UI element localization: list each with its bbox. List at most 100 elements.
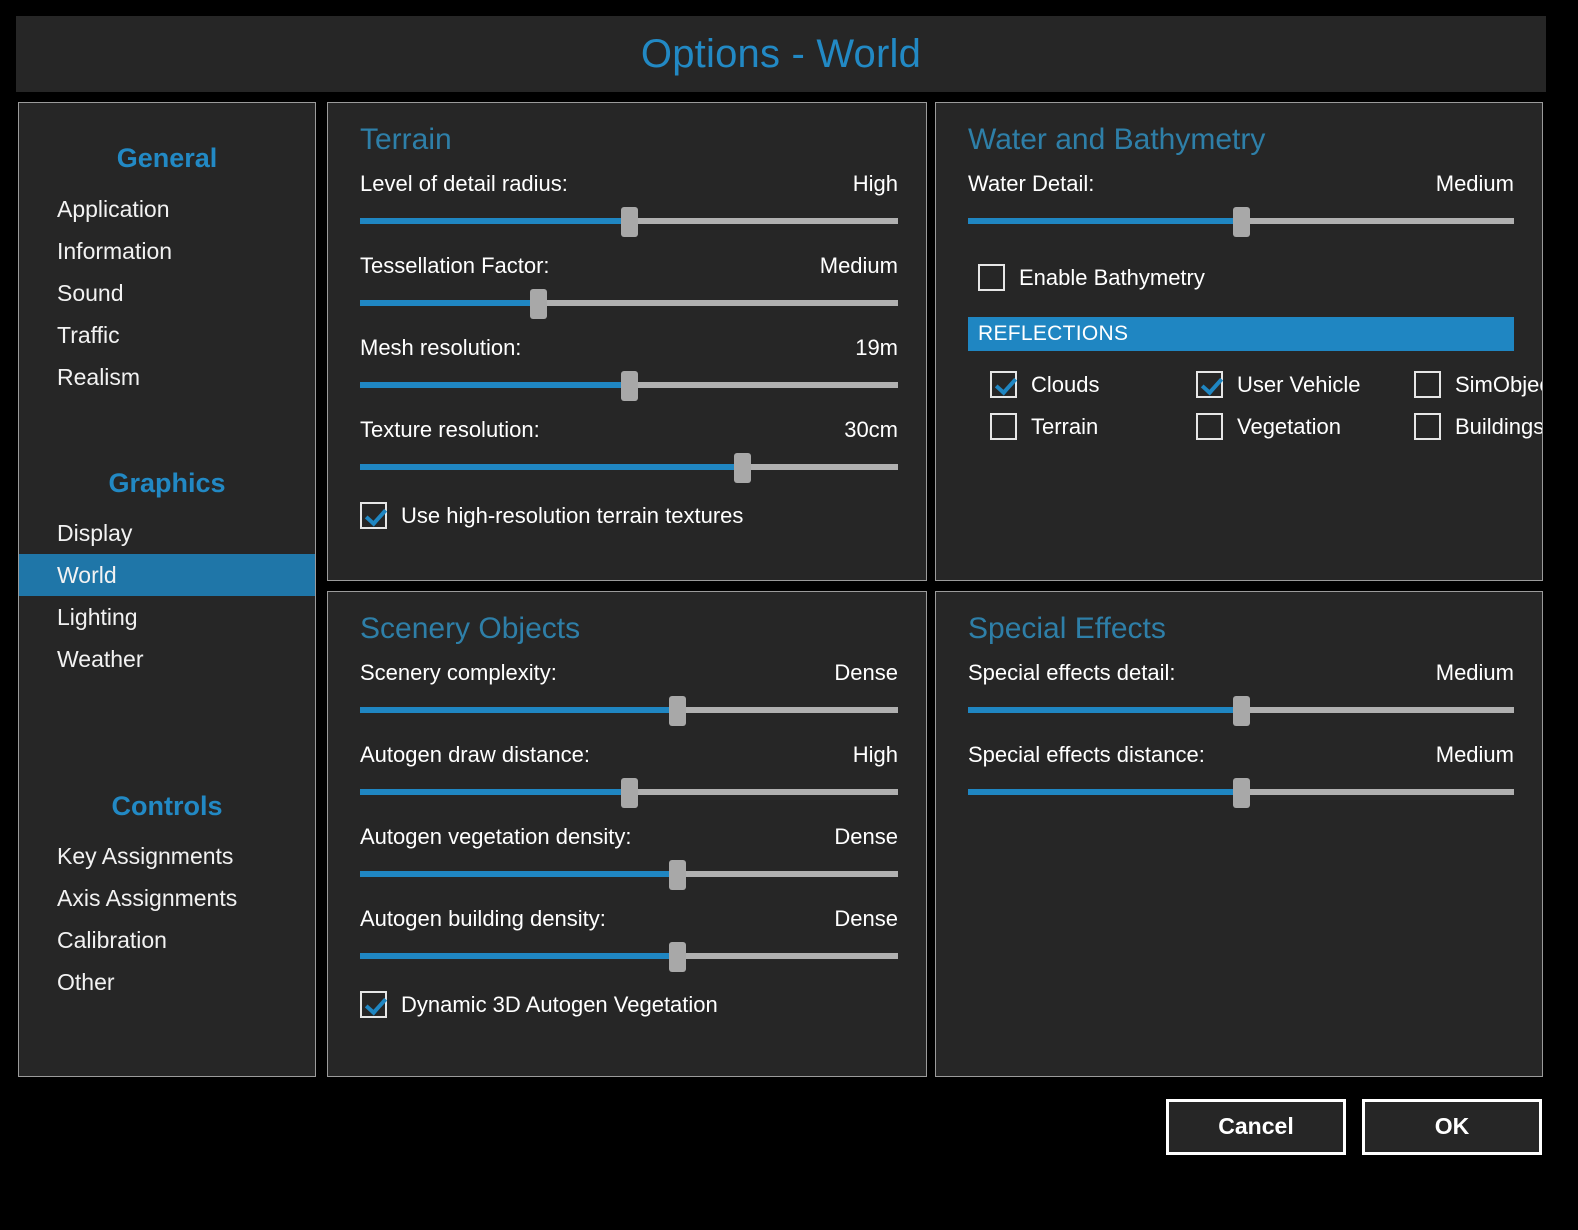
panel-special-effects: Special Effects Special effects detail: … [935, 591, 1543, 1077]
slider-fill [968, 707, 1241, 713]
checkbox-reflection-terrain[interactable]: Terrain [990, 413, 1196, 440]
slider-label: Special effects distance: [968, 742, 1205, 767]
checkmark-icon[interactable] [1414, 413, 1441, 440]
checkmark-icon[interactable] [990, 413, 1017, 440]
slider-fill [968, 789, 1241, 795]
slider-thumb[interactable] [1233, 207, 1250, 237]
slider-thumb[interactable] [529, 289, 547, 319]
slider-thumb[interactable] [1233, 696, 1250, 726]
checkmark-icon[interactable] [360, 991, 387, 1018]
dialog-footer: Cancel OK [16, 1087, 1546, 1166]
checkbox-label: SimObjects [1455, 371, 1542, 397]
slider-labels: Autogen draw distance: High [360, 742, 898, 768]
slider-labels: Special effects distance: Medium [968, 742, 1514, 768]
sidebar-group-title-controls: Controls [111, 791, 223, 821]
slider-thumb[interactable] [733, 453, 751, 483]
slider-fill [360, 871, 678, 877]
slider-label: Texture resolution: [360, 417, 540, 442]
options-dialog: Options - World General Application Info… [16, 16, 1546, 1166]
reflections-section-header: REFLECTIONS [968, 317, 1514, 351]
slider-row-level-of-detail-radius: Level of detail radius: High [360, 171, 898, 237]
slider-scenery-complexity[interactable] [360, 696, 898, 726]
sidebar-item-axis-assignments[interactable]: Axis Assignments [19, 877, 315, 919]
sidebar-item-world[interactable]: World [19, 554, 315, 596]
slider-thumb[interactable] [621, 778, 638, 808]
checkbox-reflection-buildings[interactable]: Buildings [1414, 413, 1543, 440]
sidebar-item-key-assignments[interactable]: Key Assignments [19, 835, 315, 877]
slider-fill [360, 218, 629, 224]
slider-value: Medium [1435, 171, 1514, 196]
slider-row-mesh-resolution: Mesh resolution: 19m [360, 335, 898, 401]
checkbox-label: Use high-resolution terrain textures [401, 502, 744, 528]
sidebar-group-title-graphics: Graphics [108, 468, 226, 498]
slider-fill [360, 464, 742, 470]
sidebar-group-graphics: Display World Lighting Weather [19, 512, 315, 680]
checkmark-icon[interactable] [990, 371, 1017, 398]
sidebar-item-sound[interactable]: Sound [19, 272, 315, 314]
slider-value: 30cm [844, 417, 898, 442]
sidebar-item-application[interactable]: Application [19, 188, 315, 230]
ok-button[interactable]: OK [1362, 1098, 1542, 1155]
sidebar-group-title-general: General [116, 143, 218, 173]
slider-special-effects-detail[interactable] [968, 696, 1514, 726]
slider-thumb[interactable] [1233, 778, 1250, 808]
sidebar-item-lighting[interactable]: Lighting [19, 596, 315, 638]
checkbox-label: Buildings [1455, 413, 1543, 439]
slider-value: Dense [834, 906, 898, 931]
slider-mesh-resolution[interactable] [360, 371, 898, 401]
slider-row-special-effects-detail: Special effects detail: Medium [968, 660, 1514, 726]
slider-autogen-building-density[interactable] [360, 942, 898, 972]
slider-label: Mesh resolution: [360, 335, 522, 360]
slider-thumb[interactable] [669, 942, 687, 972]
slider-tessellation-factor[interactable] [360, 289, 898, 319]
slider-labels: Tessellation Factor: Medium [360, 253, 898, 279]
checkbox-reflection-user-vehicle[interactable]: User Vehicle [1196, 371, 1414, 398]
checkbox-reflection-clouds[interactable]: Clouds [990, 371, 1196, 398]
checkmark-icon[interactable] [978, 264, 1005, 291]
sidebar-item-traffic[interactable]: Traffic [19, 314, 315, 356]
panel-water-and-bathymetry: Water and Bathymetry Water Detail: Mediu… [935, 102, 1543, 581]
checkmark-icon[interactable] [1414, 371, 1441, 398]
checkbox-label: User Vehicle [1237, 371, 1361, 397]
checkmark-icon[interactable] [1196, 371, 1223, 398]
slider-label: Special effects detail: [968, 660, 1176, 685]
slider-fill [360, 789, 629, 795]
slider-autogen-draw-distance[interactable] [360, 778, 898, 808]
slider-row-special-effects-distance: Special effects distance: Medium [968, 742, 1514, 808]
sidebar-group-general: Application Information Sound Traffic Re… [19, 188, 315, 398]
checkbox-label: Vegetation [1237, 413, 1341, 439]
slider-texture-resolution[interactable] [360, 453, 898, 483]
checkbox-label: Enable Bathymetry [1019, 264, 1205, 290]
slider-value: Medium [1435, 742, 1514, 767]
sidebar-item-realism[interactable]: Realism [19, 356, 315, 398]
checkbox-enable-bathymetry[interactable]: Enable Bathymetry [968, 264, 1514, 291]
slider-fill [360, 953, 678, 959]
checkbox-label: Dynamic 3D Autogen Vegetation [401, 991, 718, 1017]
checkmark-icon[interactable] [360, 502, 387, 529]
panel-title-special-effects: Special Effects [968, 612, 1166, 645]
slider-thumb[interactable] [669, 860, 687, 890]
slider-thumb[interactable] [669, 696, 687, 726]
checkbox-reflection-vegetation[interactable]: Vegetation [1196, 413, 1414, 440]
sidebar-item-weather[interactable]: Weather [19, 638, 315, 680]
slider-row-water-detail: Water Detail: Medium [968, 171, 1514, 237]
slider-special-effects-distance[interactable] [968, 778, 1514, 808]
slider-labels: Mesh resolution: 19m [360, 335, 898, 361]
sidebar-item-information[interactable]: Information [19, 230, 315, 272]
sidebar-item-calibration[interactable]: Calibration [19, 919, 315, 961]
slider-water-detail[interactable] [968, 207, 1514, 237]
cancel-button[interactable]: Cancel [1166, 1098, 1346, 1155]
sidebar-item-display[interactable]: Display [19, 512, 315, 554]
checkbox-dynamic-3d-autogen-vegetation[interactable]: Dynamic 3D Autogen Vegetation [360, 991, 898, 1018]
slider-thumb[interactable] [621, 207, 638, 237]
checkbox-use-high-resolution-terrain-textures[interactable]: Use high-resolution terrain textures [360, 502, 898, 529]
checkmark-icon[interactable] [1196, 413, 1223, 440]
checkbox-reflection-simobjects[interactable]: SimObjects [1414, 371, 1542, 398]
slider-thumb[interactable] [621, 371, 638, 401]
slider-value: High [852, 742, 898, 767]
slider-value: Dense [834, 824, 898, 849]
slider-autogen-vegetation-density[interactable] [360, 860, 898, 890]
sidebar-item-other[interactable]: Other [19, 961, 315, 1003]
slider-level-of-detail-radius[interactable] [360, 207, 898, 237]
panel-body-special-effects: Special effects detail: Medium Special e… [936, 660, 1542, 808]
